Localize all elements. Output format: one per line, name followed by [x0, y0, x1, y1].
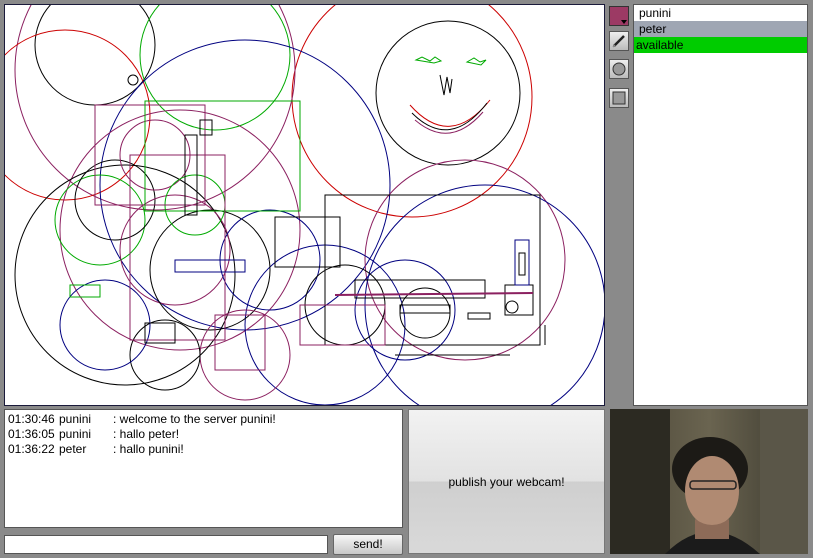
chat-message: 01:36:22 peter : hallo punini!: [8, 442, 399, 457]
chat-input[interactable]: [4, 535, 328, 554]
chat-message: 01:30:46 punini : welcome to the server pu…: [8, 412, 399, 427]
message-time: 01:36:22: [8, 442, 55, 456]
message-user: peter: [59, 442, 87, 456]
drawing-canvas[interactable]: [4, 4, 605, 406]
rectangle-tool-button[interactable]: [609, 88, 629, 108]
message-user: punini: [59, 412, 92, 426]
drawing-strokes: [5, 5, 604, 405]
send-button[interactable]: send!: [333, 534, 403, 555]
chevron-down-icon: [621, 20, 627, 24]
webcam-video: [610, 409, 808, 554]
message-text: : hallo peter!: [113, 427, 180, 441]
publish-webcam-button[interactable]: publish your webcam!: [408, 409, 605, 554]
message-user: punini: [59, 427, 92, 441]
message-text: : welcome to the server punini!: [113, 412, 276, 426]
user-list[interactable]: punini peter available: [633, 4, 808, 406]
status-indicator: available: [634, 37, 807, 53]
pencil-tool-button[interactable]: [609, 31, 629, 51]
message-text: : hallo punini!: [113, 442, 184, 456]
circle-tool-button[interactable]: [609, 59, 629, 79]
color-picker-button[interactable]: [609, 6, 629, 26]
pencil-icon: [612, 35, 625, 48]
webcam-frame-image: [610, 409, 808, 554]
chat-message: 01:36:05 punini : hallo peter!: [8, 427, 399, 442]
user-list-item-selected[interactable]: peter: [634, 21, 807, 37]
circle-icon: [612, 62, 626, 76]
user-list-item[interactable]: punini: [634, 5, 807, 21]
message-time: 01:30:46: [8, 412, 55, 426]
chat-log[interactable]: 01:30:46 punini : welcome to the server pu…: [4, 409, 403, 528]
square-icon: [612, 91, 626, 105]
message-time: 01:36:05: [8, 427, 55, 441]
